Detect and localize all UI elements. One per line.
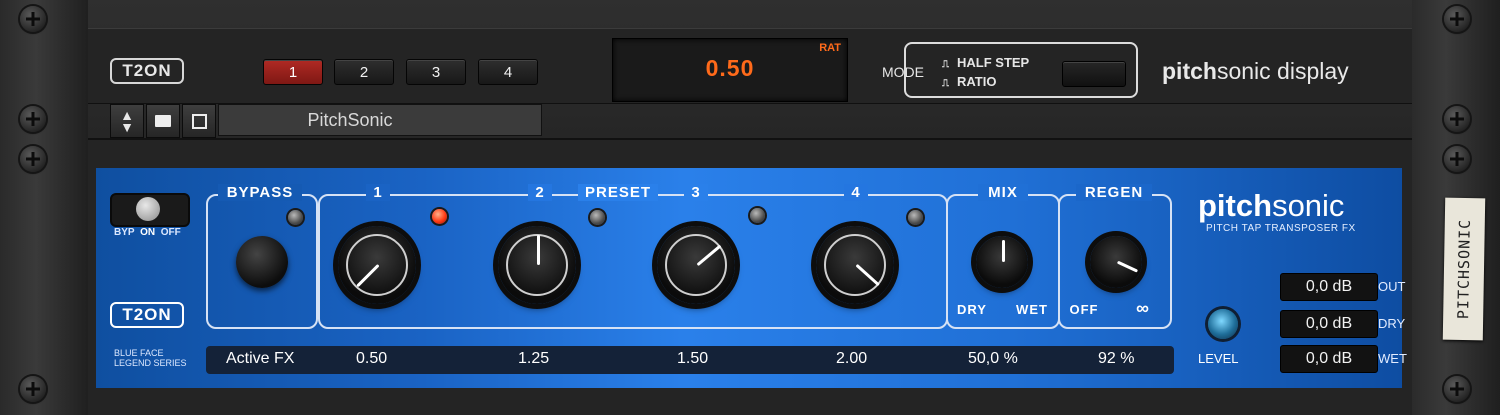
save-button[interactable] — [182, 104, 216, 138]
display-mode-tag: RAT — [819, 42, 841, 54]
mix-title: MIX — [978, 184, 1028, 201]
tape-label: PITCHSONIC — [1442, 197, 1486, 341]
bypass-led — [288, 210, 303, 225]
tap-3-led — [750, 208, 765, 223]
knob-ring — [665, 234, 727, 296]
readout-tap-2: 1.25 — [518, 350, 550, 367]
level-label: LEVEL — [1198, 351, 1239, 366]
knob-pointer — [1116, 260, 1139, 273]
knob-pointer — [537, 235, 540, 265]
tap-2-pitch-knob[interactable] — [498, 226, 576, 304]
product-logo: pitchsonic — [1198, 188, 1345, 223]
mode-option-half-step[interactable]: ⎍ HALF STEP — [942, 55, 1029, 70]
regen-knob[interactable] — [1090, 236, 1142, 288]
switch-knob — [136, 197, 160, 221]
value-display: RAT 0.50 — [612, 38, 848, 102]
radio-icon: ⎍ — [942, 59, 949, 70]
wet-label: WET — [1378, 351, 1407, 366]
screw-icon — [20, 376, 46, 402]
readout-active-fx: Active FX — [226, 350, 295, 367]
tap-1-pitch-knob[interactable] — [338, 226, 416, 304]
preset-name-field[interactable]: PitchSonic — [218, 104, 542, 136]
mix-max-label: WET — [1016, 302, 1048, 317]
screw-icon — [20, 6, 46, 32]
readout-regen: 92 % — [1098, 350, 1135, 367]
brand-logo: T2ON — [110, 58, 184, 84]
mix-min-label: DRY — [957, 302, 987, 317]
mode-option-ratio[interactable]: ⎍ RATIO — [942, 74, 996, 89]
slot-button-2[interactable]: 2 — [334, 59, 394, 85]
tap-1-title: 1 — [366, 184, 390, 201]
screw-icon — [1444, 146, 1470, 172]
brand-logo: T2ON — [110, 302, 184, 328]
tap-1-led — [432, 209, 447, 224]
out-level-display: 0,0 dB — [1280, 273, 1378, 301]
preset-title: PRESET — [578, 184, 658, 201]
slot-button-4[interactable]: 4 — [478, 59, 538, 85]
screw-icon — [1444, 6, 1470, 32]
tap-3-title: 3 — [684, 184, 708, 201]
readout-tap-3: 1.50 — [677, 350, 709, 367]
screw-icon — [20, 106, 46, 132]
mix-knob[interactable] — [976, 236, 1028, 288]
readout-tap-4: 2.00 — [836, 350, 868, 367]
dry-label: DRY — [1378, 316, 1406, 331]
series-label: BLUE FACE LEGEND SERIES — [114, 348, 187, 368]
bypass-title: BYPASS — [218, 184, 302, 201]
screw-icon — [1444, 106, 1470, 132]
floppy-disk-icon — [191, 113, 207, 129]
preset-up-down-button[interactable]: ▲ ▼ — [110, 104, 144, 138]
tap-4-led — [908, 210, 923, 225]
level-knob[interactable] — [1208, 309, 1238, 339]
tap-4-title: 4 — [844, 184, 868, 201]
radio-icon: ⎍ — [942, 78, 949, 89]
slot-button-1[interactable]: 1 — [263, 59, 323, 85]
out-label: OUT — [1378, 279, 1406, 294]
rack-rail-left — [0, 0, 90, 415]
tap-2-title: 2 — [528, 184, 552, 201]
preset-bar: ▲ ▼ PitchSonic — [110, 104, 542, 138]
dry-level-display: 0,0 dB — [1280, 310, 1378, 338]
tap-2-led — [590, 210, 605, 225]
regen-title: REGEN — [1076, 184, 1152, 201]
infinity-icon: ∞ — [1136, 298, 1150, 318]
bypass-button[interactable] — [236, 236, 288, 288]
up-down-arrows-icon: ▲ ▼ — [120, 107, 134, 135]
screw-icon — [20, 146, 46, 172]
readout-mix: 50,0 % — [968, 350, 1018, 367]
tap-3-pitch-knob[interactable] — [657, 226, 735, 304]
mode-toggle-switch[interactable] — [1062, 61, 1126, 87]
wet-level-display: 0,0 dB — [1280, 345, 1378, 373]
readout-tap-1: 0.50 — [356, 350, 388, 367]
display-brand: pitchsonic display — [1162, 58, 1349, 84]
regen-min-label: OFF — [1069, 302, 1099, 317]
plugin-window: T2ON 1 2 3 4 RAT 0.50 MODE ⎍ HALF STEP ⎍ R… — [0, 0, 1500, 415]
slot-button-3[interactable]: 3 — [406, 59, 466, 85]
bypass-switch-labels: BYP ON OFF — [114, 227, 181, 238]
bypass-toggle-switch[interactable] — [110, 193, 190, 227]
open-folder-button[interactable] — [146, 104, 180, 138]
screw-icon — [1444, 376, 1470, 402]
product-subtitle: PITCH TAP TRANSPOSER FX — [1206, 223, 1356, 234]
knob-pointer — [1002, 240, 1005, 262]
folder-icon — [155, 115, 171, 127]
tap-4-pitch-knob[interactable] — [816, 226, 894, 304]
display-value: 0.50 — [705, 55, 755, 81]
